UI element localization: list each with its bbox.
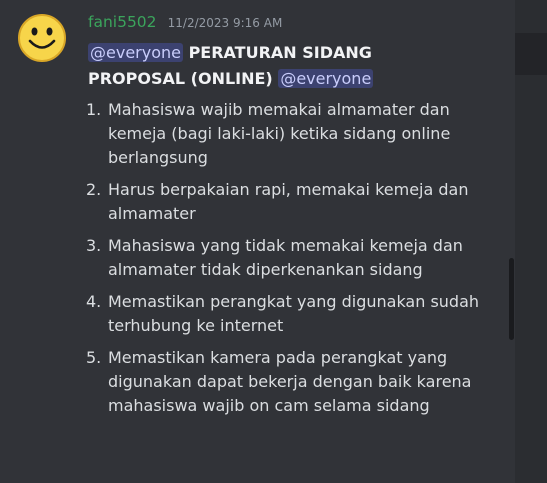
scrollbar-thumb[interactable]	[509, 258, 514, 340]
timestamp[interactable]: 11/2/2023 9:16 AM	[168, 16, 283, 30]
side-panel-block	[515, 33, 547, 75]
list-item-text: Mahasiswa yang tidak memakai kemeja dan …	[108, 236, 463, 279]
list-item: 3. Mahasiswa yang tidak memakai kemeja d…	[86, 234, 491, 282]
list-number: 2.	[86, 180, 102, 199]
rules-list: 1. Mahasiswa wajib memakai almamater dan…	[86, 98, 491, 426]
list-number: 4.	[86, 292, 102, 311]
chat-message: fani5502 11/2/2023 9:16 AM @everyone PER…	[0, 0, 505, 483]
list-item: 1. Mahasiswa wajib memakai almamater dan…	[86, 98, 491, 170]
avatar[interactable]	[17, 13, 67, 63]
mention-everyone[interactable]: @everyone	[88, 43, 183, 62]
list-item: 4. Memastikan perangkat yang digunakan s…	[86, 290, 491, 338]
list-number: 5.	[86, 348, 102, 367]
list-item: 5. Memastikan kamera pada perangkat yang…	[86, 346, 491, 418]
username[interactable]: fani5502	[88, 13, 157, 31]
list-item-text: Memastikan kamera pada perangkat yang di…	[108, 348, 472, 415]
list-number: 1.	[86, 100, 102, 119]
message-headline: @everyone PERATURAN SIDANG PROPOSAL (ONL…	[88, 40, 408, 92]
list-item-text: Mahasiswa wajib memakai almamater dan ke…	[108, 100, 451, 167]
list-item: 2. Harus berpakaian rapi, memakai kemeja…	[86, 178, 491, 226]
list-item-text: Harus berpakaian rapi, memakai kemeja da…	[108, 180, 469, 223]
list-number: 3.	[86, 236, 102, 255]
message-header: fani5502 11/2/2023 9:16 AM	[88, 12, 282, 31]
headline-text-line1: PERATURAN SIDANG	[188, 43, 372, 62]
headline-text-line2: PROPOSAL (ONLINE)	[88, 69, 273, 88]
smiley-face-icon	[18, 14, 66, 62]
mention-everyone[interactable]: @everyone	[278, 69, 374, 88]
list-item-text: Memastikan perangkat yang digunakan suda…	[108, 292, 480, 335]
